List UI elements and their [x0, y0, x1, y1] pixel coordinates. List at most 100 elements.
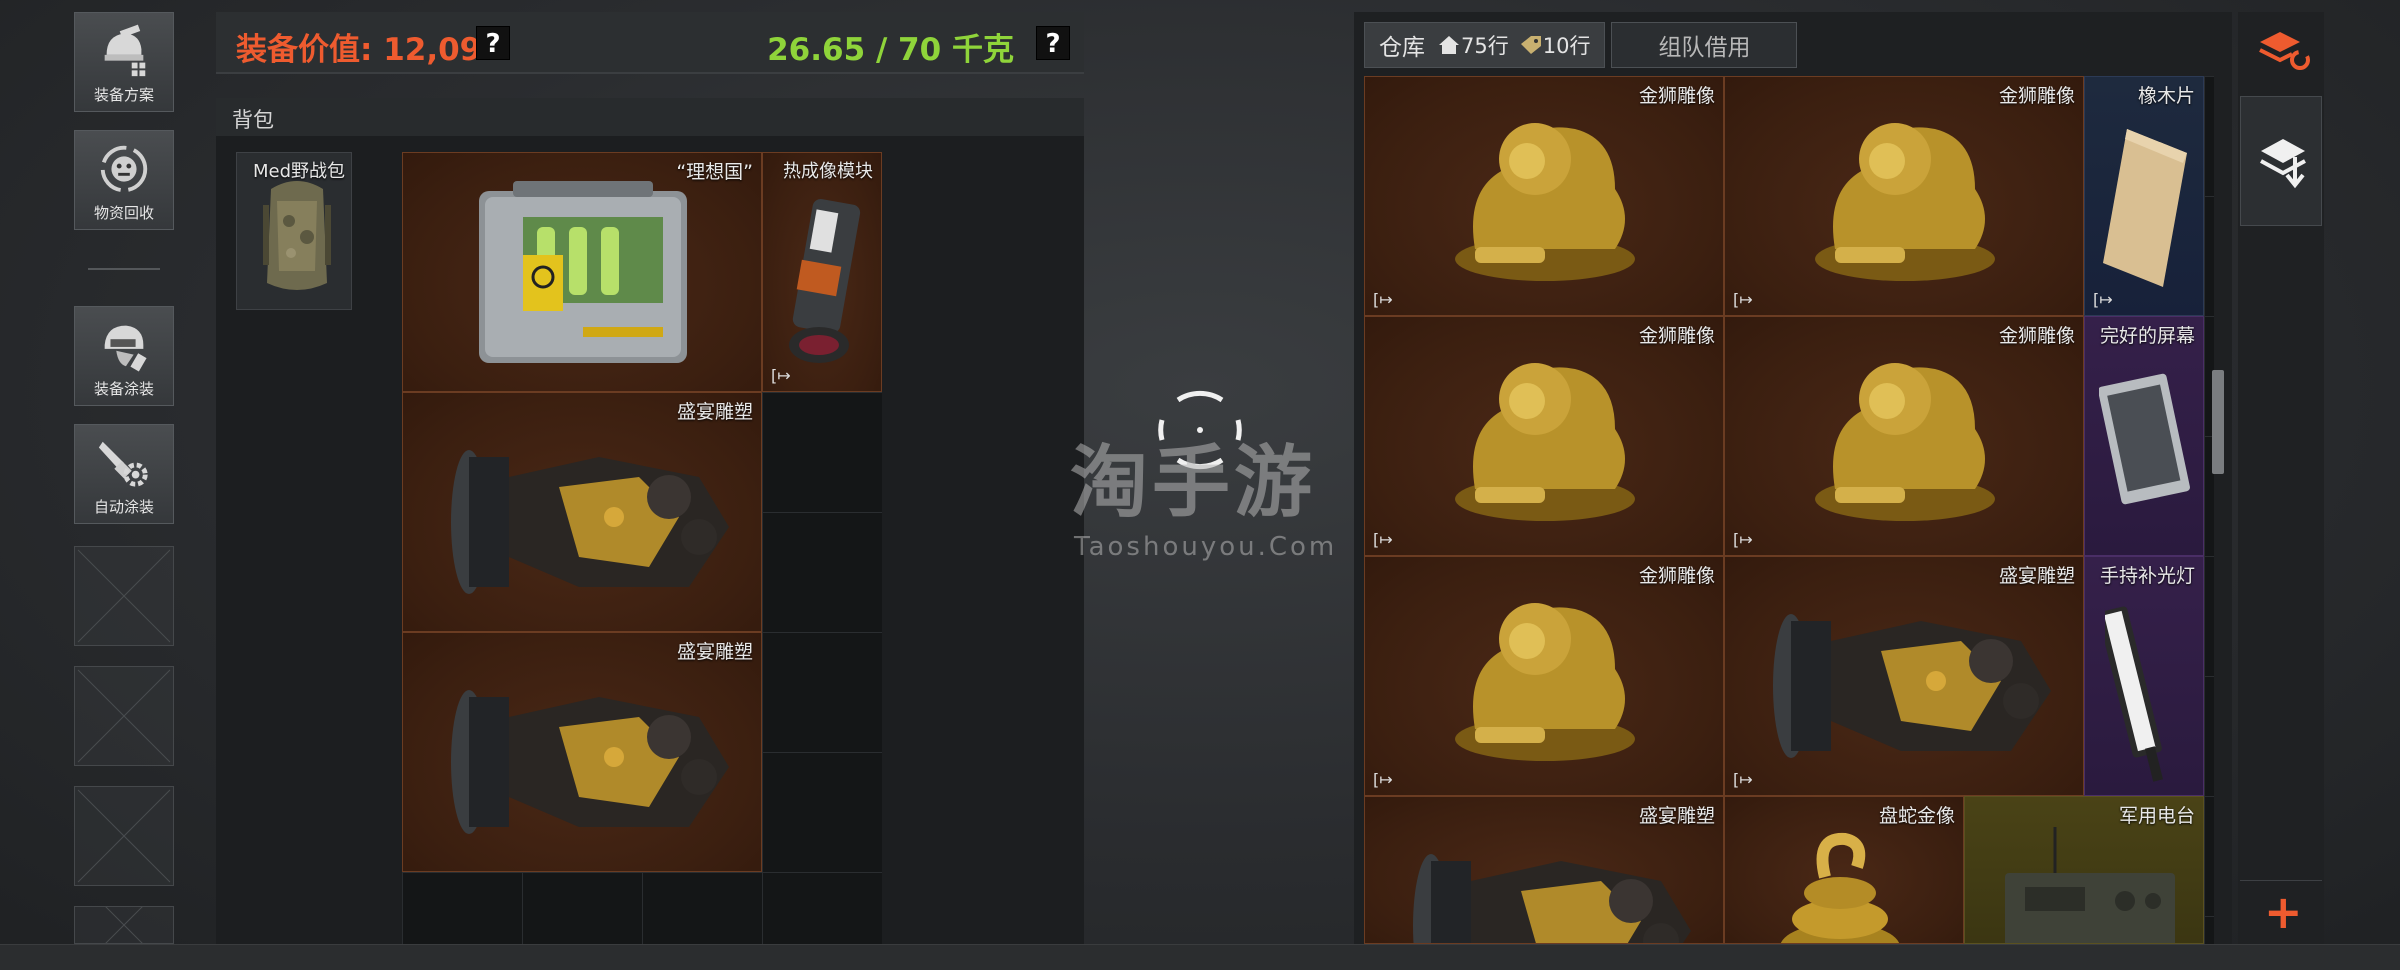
loadout-plan-button[interactable]: 装备方案	[74, 12, 174, 112]
sidebar-label: 装备涂装	[93, 380, 154, 398]
container-name: Med野战包	[252, 161, 345, 182]
sidebar-divider	[88, 268, 160, 270]
sidebar-label: 物资回收	[93, 204, 154, 222]
warehouse-scrollbar[interactable]	[2212, 370, 2224, 474]
biohazard-case-icon	[479, 181, 687, 363]
warehouse-item[interactable]: [↦ 金狮雕像	[1364, 316, 1724, 556]
backpack-panel: 背包 Med野战包 “理想国” [↦ 热成像模块 盛宴雕塑 盛宴雕塑	[216, 98, 1084, 944]
warehouse-item[interactable]: [↦ 金狮雕像	[1364, 76, 1724, 316]
warehouse-tabs: 仓库 75行 10行 组队借用	[1364, 22, 1798, 68]
move-out-icon: [↦	[1733, 530, 1753, 549]
golden-lion-icon	[1455, 363, 1635, 521]
backpack-container-slot[interactable]: Med野战包	[236, 152, 352, 310]
helmet-cart-icon	[104, 24, 146, 77]
warehouse-item[interactable]: 完好的屏幕	[2084, 316, 2204, 556]
equipment-value: 装备价值: 12,091	[236, 32, 503, 68]
feast-sculpture-icon	[1413, 854, 1691, 943]
item-name: 金狮雕像	[1638, 325, 1715, 347]
sidebar-label: 自动涂装	[93, 498, 154, 516]
item-name: “理想国”	[676, 161, 753, 183]
feast-sculpture-icon	[1773, 614, 2051, 758]
item-name: 盘蛇金像	[1878, 805, 1955, 827]
item-name: 盛宴雕塑	[676, 401, 753, 423]
layers-download-icon	[2260, 139, 2306, 189]
move-out-icon: [↦	[2093, 290, 2113, 309]
item-name: 完好的屏幕	[2099, 325, 2195, 347]
item-name: 金狮雕像	[1998, 325, 2075, 347]
empty-slot	[74, 666, 174, 766]
move-out-icon: [↦	[771, 366, 791, 385]
move-out-icon: [↦	[1733, 770, 1753, 789]
home-icon	[1439, 36, 1459, 54]
recycle-button[interactable]: 物资回收	[74, 130, 174, 230]
tab-warehouse[interactable]: 仓库 75行 10行	[1364, 22, 1606, 68]
thermal-module-icon	[789, 199, 861, 363]
backpack-item[interactable]: [↦ 热成像模块	[762, 152, 882, 392]
paint-button[interactable]: 装备涂装	[74, 306, 174, 406]
helmet-paint-icon	[104, 325, 147, 372]
watermark-url: Taoshouyou.Com	[1074, 532, 1338, 562]
item-name: 盛宴雕塑	[1998, 565, 2075, 587]
tab-team-borrow[interactable]: 组队借用	[1611, 22, 1798, 68]
item-name: 金狮雕像	[1638, 565, 1715, 587]
warehouse-item[interactable]: [↦ 盛宴雕塑	[1724, 556, 2084, 796]
home-rows: 75行	[1461, 34, 1509, 58]
tab-warehouse-label: 仓库	[1379, 35, 1425, 61]
empty-slot	[74, 786, 174, 886]
warehouse-item[interactable]: [↦ 橡木片	[2084, 76, 2204, 316]
stack-refresh-button[interactable]	[2240, 14, 2322, 84]
warehouse-item[interactable]: 盛宴雕塑	[1364, 796, 1724, 944]
value-help-button[interactable]: ?	[476, 26, 510, 60]
backpack-header	[216, 98, 1084, 136]
feast-sculpture-icon	[451, 450, 729, 594]
item-name: 军用电台	[2118, 805, 2195, 827]
golden-lion-icon	[1815, 123, 1995, 281]
military-radio-icon	[2005, 827, 2175, 943]
warehouse-item[interactable]: [↦ 金狮雕像	[1724, 316, 2084, 556]
item-name: 金狮雕像	[1638, 85, 1715, 107]
move-out-icon: [↦	[1373, 290, 1393, 309]
warehouse-item[interactable]: 军用电台	[1964, 796, 2204, 944]
auto-paint-button[interactable]: 自动涂装	[74, 424, 174, 524]
deposit-button[interactable]	[2240, 96, 2322, 226]
backpack-item[interactable]: 盛宴雕塑	[402, 632, 762, 872]
watermark-title: 淘手游	[1070, 438, 1317, 528]
item-name: 手持补光灯	[2099, 565, 2195, 587]
sidebar-label: 装备方案	[93, 86, 154, 104]
stack-refresh-icon	[2259, 32, 2310, 70]
oak-plank-icon	[2103, 129, 2187, 287]
tag-rows: 10行	[1542, 34, 1591, 58]
item-name: 橡木片	[2137, 85, 2195, 107]
backpack-icon	[263, 181, 331, 290]
move-out-icon: [↦	[1373, 530, 1393, 549]
add-icon: +	[2264, 885, 2303, 939]
weight-help-button[interactable]: ?	[1036, 26, 1070, 60]
golden-lion-icon	[1455, 123, 1635, 281]
item-name: 盛宴雕塑	[676, 641, 753, 663]
warehouse-item[interactable]: [↦ 金狮雕像	[1724, 76, 2084, 316]
backpack-title: 背包	[232, 108, 274, 132]
warehouse-panel: 仓库 75行 10行 组队借用 [↦ 金狮雕像 [↦ 金狮雕像 [↦ 橡木片 […	[1354, 12, 2232, 944]
warehouse-item[interactable]: [↦ 金狮雕像	[1364, 556, 1724, 796]
item-name: 金狮雕像	[1998, 85, 2075, 107]
golden-lion-icon	[1815, 363, 1995, 521]
item-name: 盛宴雕塑	[1638, 805, 1715, 827]
feast-sculpture-icon	[451, 690, 729, 834]
move-out-icon: [↦	[1733, 290, 1753, 309]
fill-light-icon	[2105, 606, 2163, 782]
recycle-icon	[100, 145, 148, 193]
screen-icon	[2099, 373, 2190, 505]
add-button[interactable]: +	[2240, 880, 2322, 944]
warehouse-item[interactable]: 盘蛇金像	[1724, 796, 1964, 944]
warehouse-item[interactable]: 手持补光灯	[2084, 556, 2204, 796]
golden-snake-icon	[1780, 832, 1900, 943]
spray-gear-icon	[98, 441, 148, 487]
empty-slot	[74, 906, 174, 944]
empty-slot	[74, 546, 174, 646]
item-name: 热成像模块	[783, 161, 873, 182]
price-tag-icon	[1520, 36, 1541, 54]
move-out-icon: [↦	[1373, 770, 1393, 789]
equipment-stats-bar: 装备价值: 12,091 ? 26.65 / 70 千克 ?	[216, 12, 1084, 74]
backpack-item[interactable]: 盛宴雕塑	[402, 392, 762, 632]
backpack-item[interactable]: “理想国”	[402, 152, 762, 392]
